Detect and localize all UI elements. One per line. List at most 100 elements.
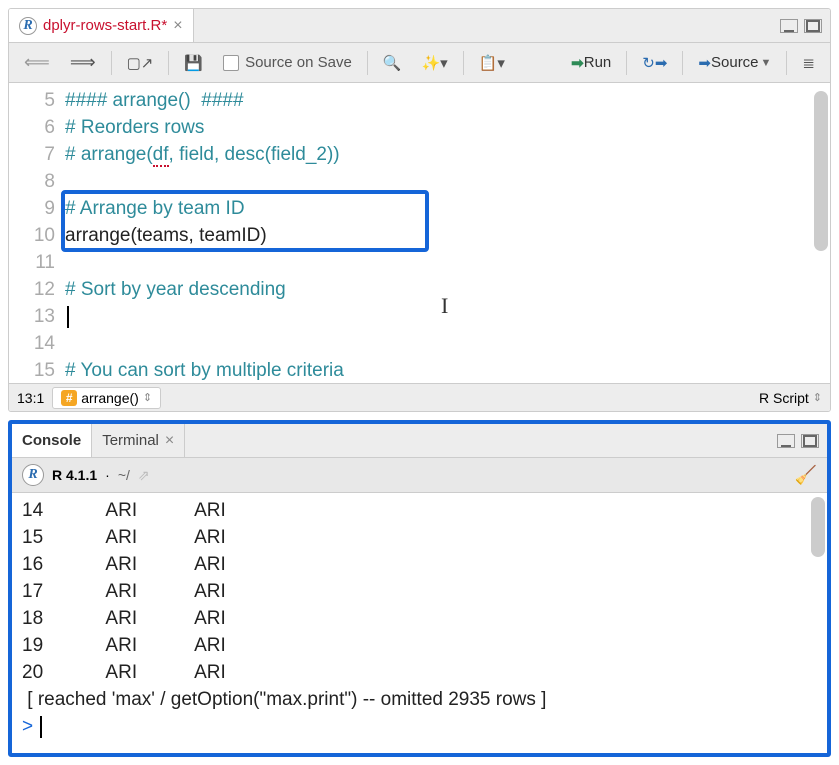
line-number: 9	[13, 195, 55, 222]
nav-back-button[interactable]: ⟸	[17, 49, 57, 77]
share-icon[interactable]: ⇗	[138, 467, 150, 484]
console-row: 20 ARI ARI	[22, 659, 817, 686]
arrow-left-icon: ⟸	[24, 52, 50, 73]
code-line[interactable]: #### arrange() ####	[65, 87, 830, 114]
line-number: 11	[13, 249, 55, 276]
console-tab[interactable]: Console	[12, 424, 92, 457]
console-scrollbar[interactable]	[811, 497, 825, 557]
console-row: 15 ARI ARI	[22, 524, 817, 551]
console-cursor	[40, 716, 42, 738]
code-line[interactable]	[65, 249, 830, 276]
maximize-pane-icon[interactable]	[804, 19, 822, 33]
console-header: R R 4.1.1 · ~/ ⇗ 🧹	[12, 458, 827, 493]
line-number-gutter: 56789101112131415	[9, 83, 65, 383]
magnifier-icon: 🔍	[383, 54, 402, 72]
source-on-save-label: Source on Save	[245, 54, 352, 71]
rerun-icon: ↻➡	[642, 54, 667, 72]
console-row: 16 ARI ARI	[22, 551, 817, 578]
outline-button[interactable]: ≣	[795, 49, 822, 77]
editor-tabbar: R dplyr-rows-start.R* ×	[9, 9, 830, 43]
code-section-crumb[interactable]: # arrange() ⇕	[52, 387, 161, 409]
run-label: Run	[584, 54, 612, 71]
line-number: 10	[13, 222, 55, 249]
editor-statusbar: 13:1 # arrange() ⇕ R Script ⇕	[9, 383, 830, 411]
show-in-new-window-button[interactable]: ▢↗	[120, 49, 161, 77]
code-line[interactable]: arrange(teams, teamID)	[65, 222, 830, 249]
pane-window-controls	[780, 19, 822, 33]
code-line[interactable]	[65, 168, 830, 195]
code-line[interactable]: # arrange(df, field, desc(field_2))	[65, 141, 830, 168]
save-button[interactable]: 💾	[177, 49, 210, 77]
minimize-pane-icon[interactable]	[780, 19, 798, 33]
cursor-position: 13:1	[17, 390, 44, 406]
section-hash-icon: #	[61, 390, 77, 406]
line-number: 15	[13, 357, 55, 384]
checkbox-icon[interactable]	[223, 55, 239, 71]
editor-toolbar: ⟸ ⟹ ▢↗ 💾 Source on Save 🔍 ✨▾ 📋▾ ➡Run ↻➡ …	[9, 43, 830, 83]
outline-icon: ≣	[802, 54, 815, 72]
terminal-tab-label: Terminal	[102, 432, 159, 449]
line-number: 8	[13, 168, 55, 195]
console-row: 14 ARI ARI	[22, 497, 817, 524]
text-cursor-ibeam: I	[441, 292, 448, 319]
wand-icon: ✨▾	[422, 54, 448, 72]
rerun-button[interactable]: ↻➡	[635, 49, 674, 77]
compile-report-button[interactable]: 📋▾	[472, 49, 512, 77]
console-row: 18 ARI ARI	[22, 605, 817, 632]
line-number: 6	[13, 114, 55, 141]
code-area[interactable]: I #### arrange() ##### Reorders rows# ar…	[65, 83, 830, 383]
code-editor[interactable]: 56789101112131415 I #### arrange() #####…	[9, 83, 830, 383]
maximize-pane-icon[interactable]	[801, 434, 819, 448]
code-tools-button[interactable]: ✨▾	[415, 49, 455, 77]
console-tabbar: Console Terminal ×	[12, 424, 827, 458]
console-prompt: >	[22, 716, 38, 737]
console-output[interactable]: 14 ARI ARI15 ARI ARI16 ARI ARI17 ARI ARI…	[12, 493, 827, 753]
section-name: arrange()	[81, 390, 139, 406]
source-button[interactable]: ➡Source▼	[691, 49, 778, 77]
code-line[interactable]	[65, 330, 830, 357]
line-number: 12	[13, 276, 55, 303]
source-label: Source	[711, 54, 759, 71]
notebook-icon: 📋▾	[479, 54, 505, 72]
file-tab-label: dplyr-rows-start.R*	[43, 17, 167, 34]
file-tab[interactable]: R dplyr-rows-start.R* ×	[9, 9, 194, 42]
close-tab-icon[interactable]: ×	[173, 17, 182, 35]
r-version: R 4.1.1	[52, 467, 97, 483]
line-number: 13	[13, 303, 55, 330]
source-on-save-toggle[interactable]: Source on Save	[216, 49, 359, 77]
code-line[interactable]: # Arrange by team ID	[65, 195, 830, 222]
console-tab-label: Console	[22, 432, 81, 449]
console-pane: Console Terminal × R R 4.1.1 · ~/ ⇗ 🧹 14…	[8, 420, 831, 757]
truncation-message: [ reached 'max' / getOption("max.print")…	[22, 686, 817, 713]
line-number: 5	[13, 87, 55, 114]
console-row: 17 ARI ARI	[22, 578, 817, 605]
save-icon: 💾	[184, 54, 203, 72]
updown-icon: ⇕	[143, 391, 152, 404]
code-line[interactable]: # Reorders rows	[65, 114, 830, 141]
line-number: 7	[13, 141, 55, 168]
clear-console-icon[interactable]: 🧹	[795, 465, 817, 486]
pane-window-controls	[777, 434, 819, 448]
editor-pane: R dplyr-rows-start.R* × ⟸ ⟹ ▢↗ 💾 Source …	[8, 8, 831, 412]
r-logo-icon: R	[22, 464, 44, 486]
minimize-pane-icon[interactable]	[777, 434, 795, 448]
chevron-down-icon: ▼	[761, 57, 772, 69]
line-number: 14	[13, 330, 55, 357]
console-row: 19 ARI ARI	[22, 632, 817, 659]
close-tab-icon[interactable]: ×	[165, 432, 174, 450]
code-line[interactable]: # You can sort by multiple criteria	[65, 357, 830, 384]
updown-icon[interactable]: ⇕	[813, 391, 822, 404]
run-button[interactable]: ➡Run	[564, 49, 618, 77]
working-dir[interactable]: ~/	[118, 467, 130, 483]
play-icon: ➡	[571, 54, 584, 72]
terminal-tab[interactable]: Terminal ×	[92, 424, 185, 457]
dot-separator: ·	[105, 467, 110, 483]
editor-scrollbar[interactable]	[814, 91, 828, 251]
find-button[interactable]: 🔍	[376, 49, 409, 77]
popout-icon: ▢↗	[127, 54, 154, 72]
r-file-icon: R	[19, 17, 37, 35]
nav-forward-button[interactable]: ⟹	[63, 49, 103, 77]
script-type: R Script	[759, 390, 809, 406]
arrow-right-icon: ⟹	[70, 52, 96, 73]
source-arrow-icon: ➡	[698, 54, 711, 72]
